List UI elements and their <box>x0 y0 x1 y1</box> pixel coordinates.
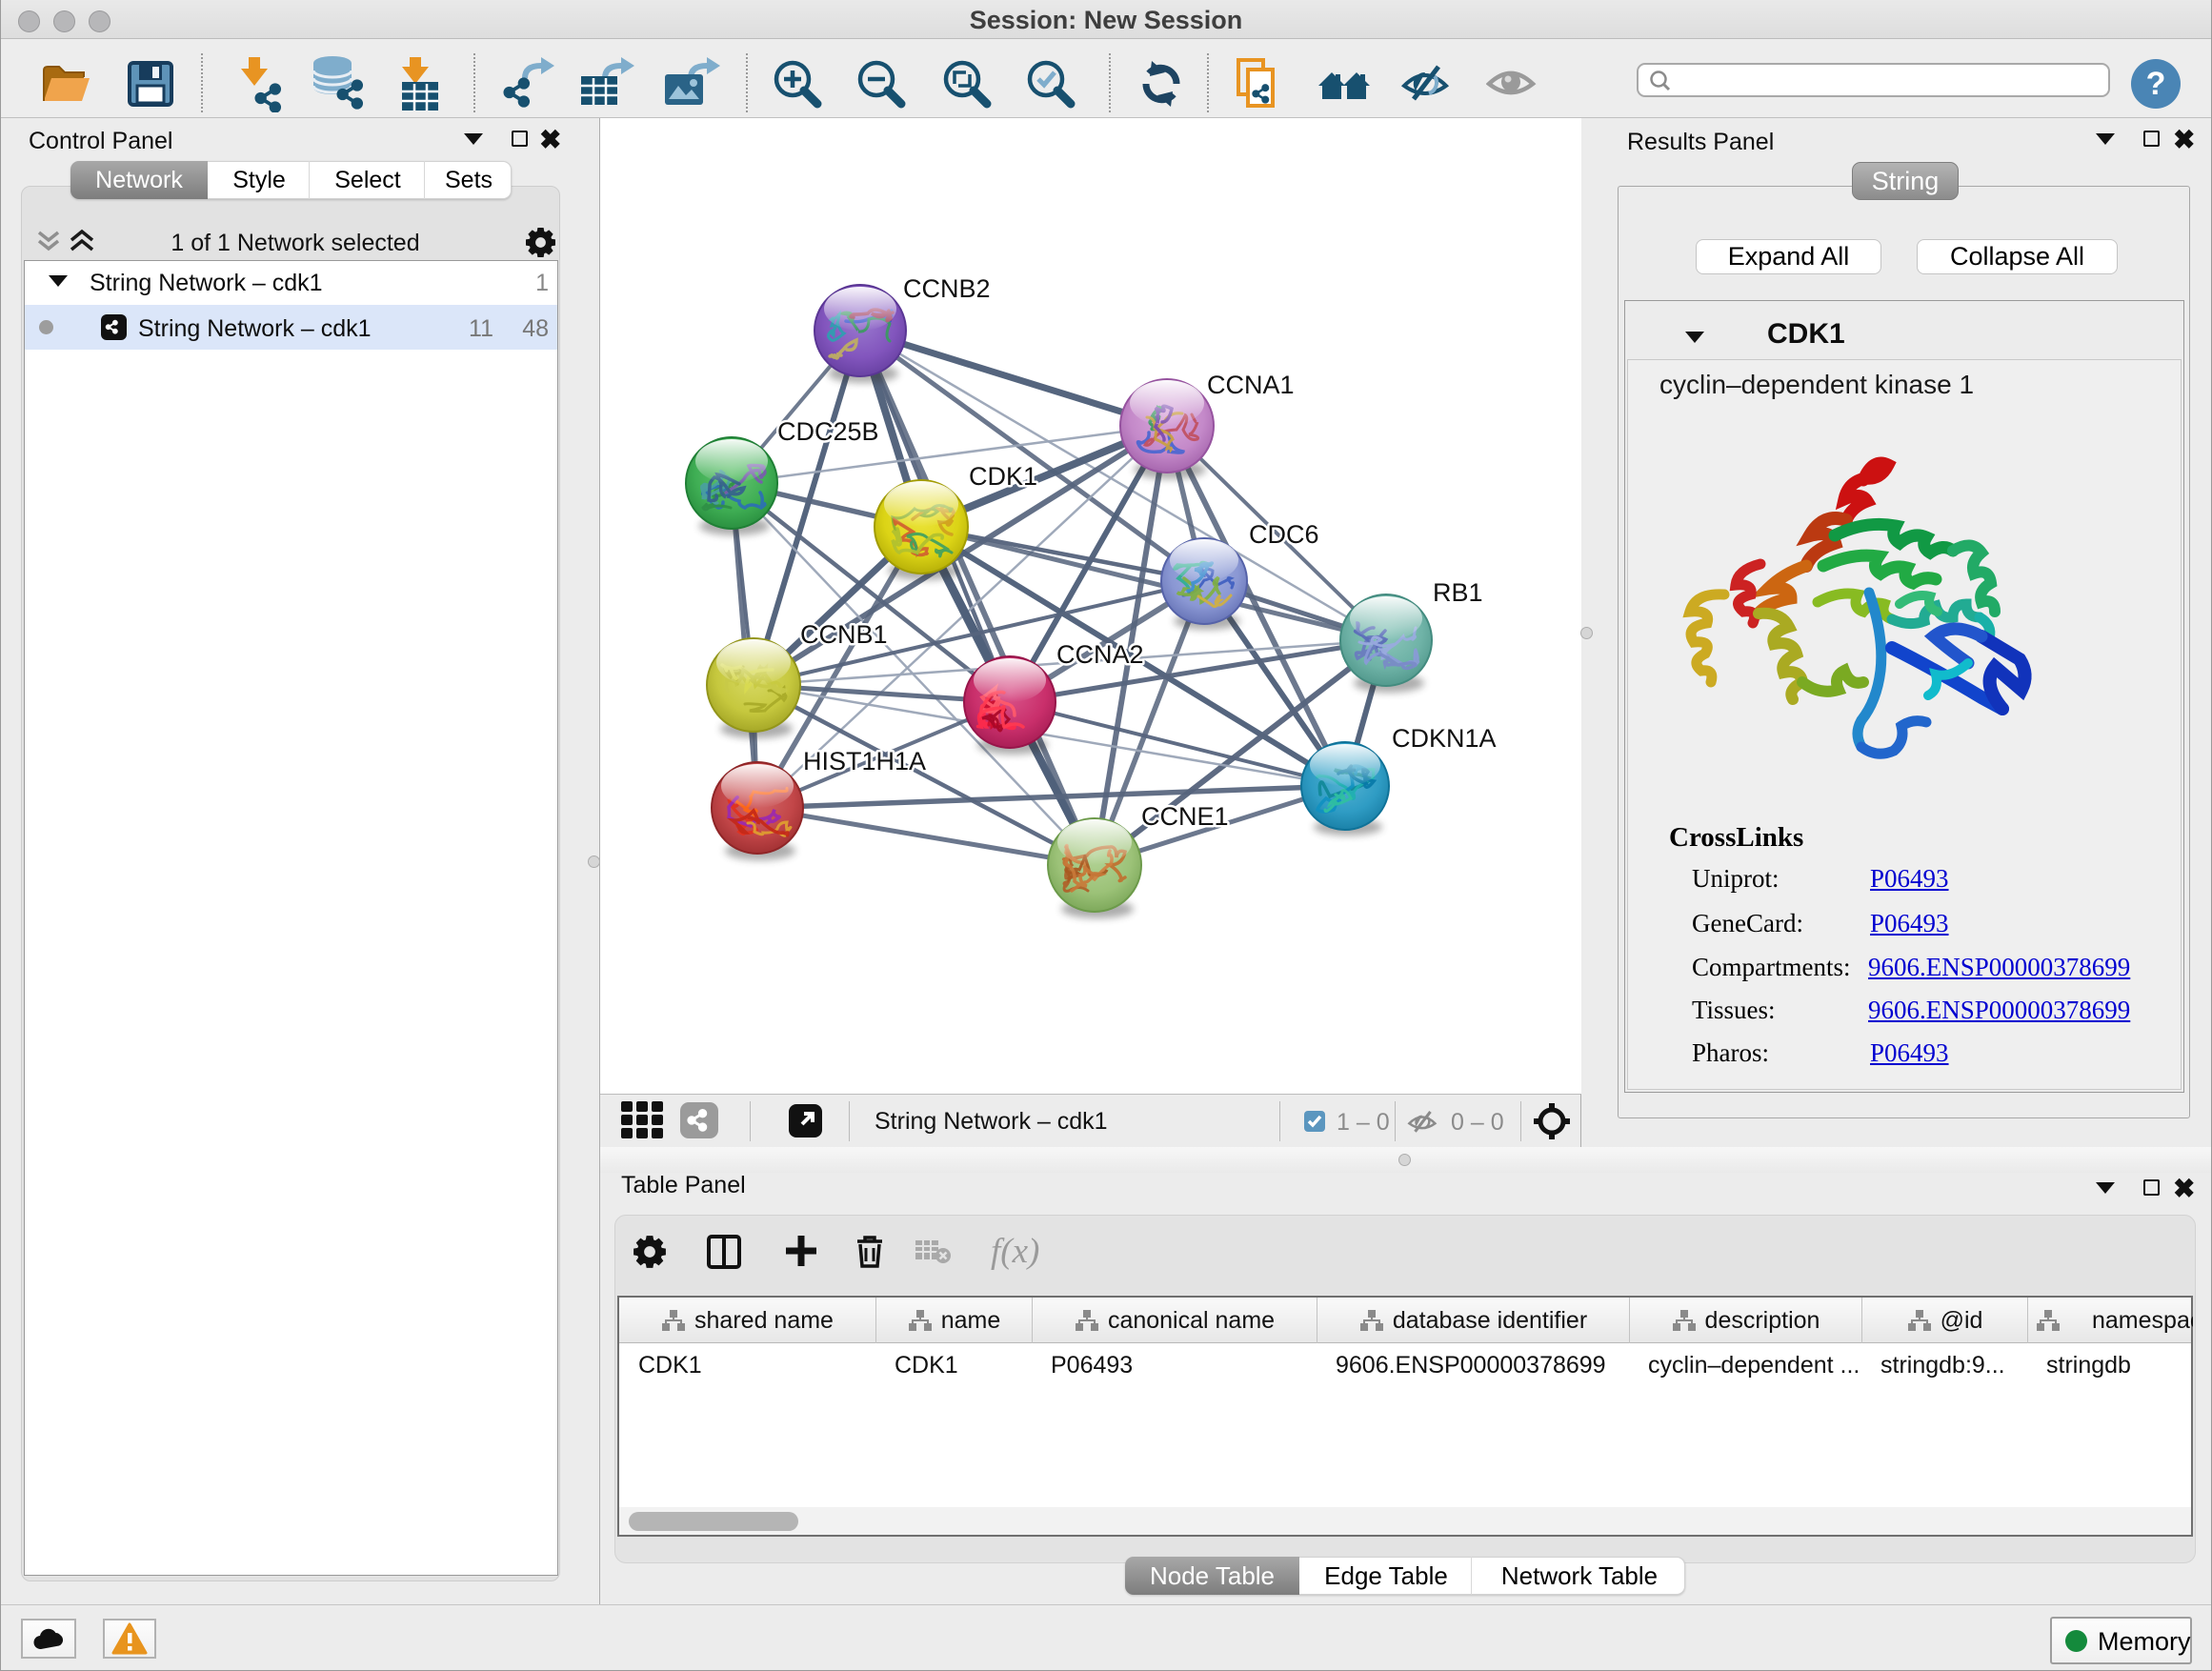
svg-text:RB1: RB1 <box>1433 578 1483 607</box>
svg-text:CDC25B: CDC25B <box>777 417 879 446</box>
svg-text:CDKN1A: CDKN1A <box>1392 724 1497 753</box>
svg-text:CDK1: CDK1 <box>969 462 1037 491</box>
svg-text:CCNA2: CCNA2 <box>1056 640 1144 669</box>
svg-text:CCNA1: CCNA1 <box>1207 371 1295 399</box>
svg-text:CCNE1: CCNE1 <box>1141 802 1229 831</box>
svg-text:CCNB2: CCNB2 <box>903 274 991 303</box>
svg-text:CCNB1: CCNB1 <box>800 620 888 649</box>
svg-text:HIST1H1A: HIST1H1A <box>803 747 926 775</box>
svg-text:CDC6: CDC6 <box>1249 520 1319 549</box>
